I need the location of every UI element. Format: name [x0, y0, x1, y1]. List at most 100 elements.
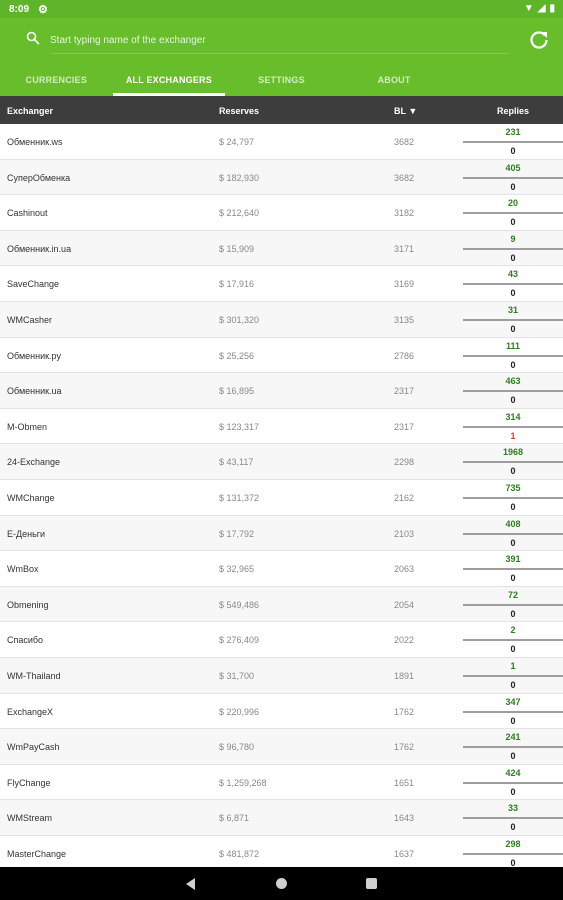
positive-replies: 347 — [505, 696, 521, 707]
exchanger-name: Спасибо — [7, 635, 44, 646]
table-row[interactable]: Спасибо $ 276,409 2022 2 0 — [0, 622, 563, 658]
exchanger-reserve: $ 182,930 — [219, 172, 260, 183]
exchanger-bl: 3182 — [394, 208, 415, 219]
replies-cell: 231 0 — [463, 124, 563, 160]
exchanger-reserve: $ 25,256 — [219, 350, 255, 361]
table-row[interactable]: WMStream $ 6,871 1643 33 0 — [0, 800, 563, 836]
table-row[interactable]: ExchangeX $ 220,996 1762 347 0 — [0, 693, 563, 730]
table-row[interactable]: FlyChange $ 1,259,268 1651 424 0 — [0, 764, 563, 801]
positive-replies: 314 — [505, 411, 521, 422]
table-row[interactable]: M-Obmen $ 123,317 2317 314 1 — [0, 408, 563, 445]
replies-cell: 10 — [463, 658, 563, 694]
replies-cell: 90 — [463, 231, 563, 267]
replies-bar — [463, 318, 563, 321]
negative-replies: 0 — [510, 288, 516, 299]
table-row[interactable]: Обменник.in.ua $ 15,909 3171 9 0 — [0, 230, 563, 267]
column-reserves[interactable]: Reserves — [219, 106, 259, 116]
exchanger-bl: 1762 — [394, 706, 415, 717]
table-row[interactable]: Obmening $ 549,486 2054 72 0 — [0, 586, 563, 623]
column-bl[interactable]: BL ▼ — [394, 106, 417, 116]
positive-replies: 1 — [510, 660, 516, 671]
status-time: 8:09 — [9, 4, 30, 15]
table-row[interactable]: Обменник.ua $ 16,895 2317 463 0 — [0, 373, 563, 409]
table-header: Exchanger Reserves BL ▼ Replies — [0, 96, 563, 124]
exchanger-name: ExchangeX — [7, 706, 54, 717]
table-row[interactable]: WMChange $ 131,372 2162 735 0 — [0, 479, 563, 516]
exchanger-name: Cashinout — [7, 208, 48, 219]
back-icon[interactable] — [186, 878, 195, 890]
exchanger-reserve: $ 220,996 — [219, 706, 260, 717]
home-icon[interactable] — [276, 878, 287, 889]
table-row[interactable]: WmBox $ 32,965 2063 391 0 — [0, 551, 563, 587]
replies-bar — [463, 710, 563, 713]
replies-bar — [463, 461, 563, 464]
replies-cell: 43 0 — [463, 266, 563, 302]
recents-icon[interactable] — [366, 878, 377, 889]
replies-cell: 424 0 — [463, 765, 563, 801]
exchanger-bl: 2022 — [394, 635, 415, 646]
table-row[interactable]: WM-Thailand $ 31,700 1891 1 0 — [0, 657, 563, 694]
tab-about[interactable]: ABOUT — [338, 64, 451, 96]
positive-replies: 231 — [505, 127, 521, 137]
negative-replies: 0 — [510, 751, 516, 762]
negative-replies: 0 — [510, 786, 516, 797]
positive-replies: 298 — [505, 838, 521, 849]
exchanger-bl: 2298 — [394, 457, 415, 468]
replies-bar — [463, 852, 563, 855]
status-icons: ▼ ◢ ▮ — [524, 3, 555, 14]
column-replies[interactable]: Replies — [497, 106, 529, 116]
table-row[interactable]: Обменник.ру $ 25,256 2786 111 0 — [0, 337, 563, 374]
positive-replies: 241 — [505, 732, 521, 743]
exchanger-reserve: $ 17,916 — [219, 279, 255, 290]
replies-bar — [463, 390, 563, 393]
exchanger-reserve: $ 15,909 — [219, 243, 255, 254]
search-row — [0, 18, 563, 64]
exchanger-reserve: $ 1,259,268 — [219, 777, 267, 788]
exchanger-bl: 2317 — [394, 421, 415, 432]
replies-cell: 314 1 — [463, 409, 563, 445]
table-row[interactable]: СуперОбменка $ 182,930 3682 405 0 — [0, 159, 563, 196]
replies-bar — [463, 781, 563, 784]
exchanger-bl: 1637 — [394, 848, 415, 859]
exchanger-reserve: $ 32,965 — [219, 564, 255, 575]
table-row[interactable]: E-Деньги $ 17,792 2103 408 0 — [0, 515, 563, 552]
exchanger-bl: 2054 — [394, 599, 415, 610]
exchanger-bl: 1651 — [394, 777, 415, 788]
replies-bar — [463, 176, 563, 179]
table-row[interactable]: Cashinout $ 212,640 3182 20 0 — [0, 195, 563, 231]
exchanger-bl: 2786 — [394, 350, 415, 361]
negative-replies: 0 — [510, 822, 516, 833]
exchanger-bl: 3169 — [394, 279, 415, 290]
positive-replies: 391 — [505, 554, 521, 565]
replies-cell: 391 0 — [463, 551, 563, 587]
tab-currencies[interactable]: CURRENCIES — [0, 64, 113, 96]
table-row[interactable]: WmPayCash $ 96,780 1762 241 0 — [0, 729, 563, 765]
exchanger-name: WMStream — [7, 813, 52, 824]
replies-bar — [463, 817, 563, 820]
exchanger-name: 24-Exchange — [7, 457, 61, 468]
table-row[interactable]: WMCasher $ 301,320 3135 31 0 — [0, 301, 563, 338]
search-icon — [26, 31, 40, 45]
signal-icon: ◢ — [537, 3, 546, 14]
positive-replies: 408 — [505, 518, 521, 529]
exchanger-reserve: $ 276,409 — [219, 635, 260, 646]
negative-replies: 1 — [510, 430, 516, 441]
tab-settings[interactable]: SETTINGS — [225, 64, 338, 96]
table-row[interactable]: Обменник.ws $ 24,797 3682 231 0 — [0, 124, 563, 160]
negative-replies: 0 — [510, 359, 516, 370]
app-bar: CURRENCIES ALL EXCHANGERS SETTINGS ABOUT — [0, 18, 563, 96]
refresh-icon[interactable] — [528, 29, 550, 51]
exchanger-reserve: $ 123,317 — [219, 421, 260, 432]
exchanger-name: WMChange — [7, 492, 55, 503]
table-row[interactable]: 24-Exchange $ 43,117 2298 1968 0 — [0, 444, 563, 480]
column-exchanger[interactable]: Exchanger — [7, 106, 53, 116]
exchanger-reserve: $ 24,797 — [219, 137, 255, 147]
table-row[interactable]: SaveChange $ 17,916 3169 43 0 — [0, 266, 563, 302]
replies-cell: 347 0 — [463, 694, 563, 730]
tab-all-exchangers[interactable]: ALL EXCHANGERS — [112, 64, 226, 96]
exchanger-bl: 1891 — [394, 670, 415, 681]
exchanger-bl: 3171 — [394, 243, 415, 254]
exchanger-name: E-Деньги — [7, 528, 46, 539]
search-input[interactable] — [50, 28, 510, 54]
wifi-icon: ▼ — [523, 3, 534, 14]
